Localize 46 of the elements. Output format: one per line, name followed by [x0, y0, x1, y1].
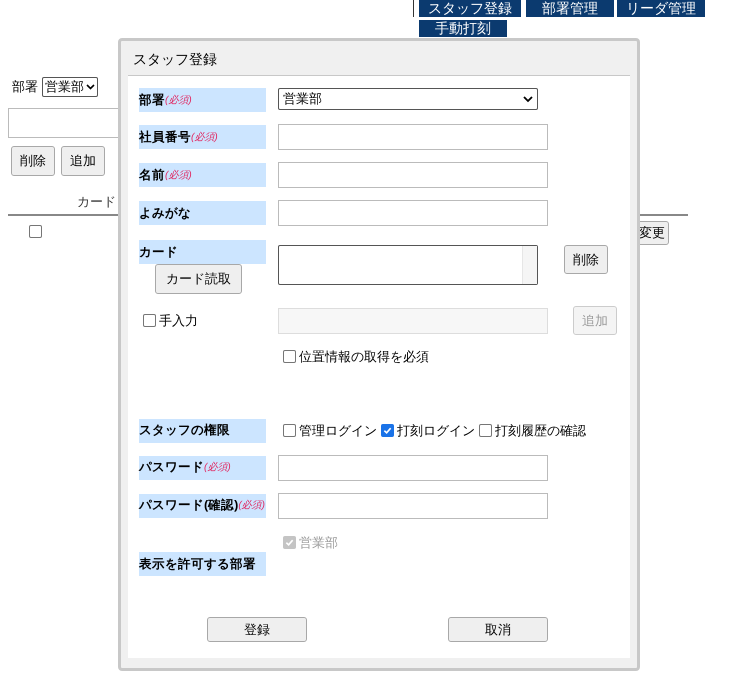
- button[interactable]: 削除: [11, 146, 55, 176]
- filter-label: 部署: [12, 78, 38, 96]
- dialog-button[interactable]: 登録: [207, 617, 307, 642]
- delete-button[interactable]: 削除: [564, 245, 608, 274]
- field-label: 表示を許可する部署: [139, 552, 266, 576]
- dialog-title: スタッフ登録: [132, 50, 218, 69]
- nav-tab[interactable]: 手動打刻: [419, 20, 507, 37]
- text-field[interactable]: [278, 454, 548, 480]
- field-label: 名前(必須): [139, 163, 266, 187]
- text-field[interactable]: [278, 124, 548, 150]
- change-button[interactable]: 変更: [637, 221, 669, 245]
- field-label: 部署(必須): [139, 88, 266, 112]
- checkbox[interactable]: [381, 424, 394, 437]
- scrollbar-track: [522, 246, 537, 284]
- checkbox-label: 管理ログイン: [299, 422, 377, 440]
- checkbox[interactable]: [29, 225, 42, 238]
- nav-tab[interactable]: リーダ管理: [617, 0, 705, 17]
- checkbox-label: 営業部: [299, 534, 338, 552]
- field-label: カード: [139, 240, 266, 264]
- checkbox-label: 位置情報の取得を必須: [299, 348, 429, 366]
- chevron-icon: [523, 96, 533, 102]
- nav-tab[interactable]: 部署管理: [526, 0, 614, 17]
- dialog-button[interactable]: 取消: [448, 617, 548, 642]
- text-field[interactable]: [278, 492, 548, 518]
- field-label: パスワード(必須): [139, 456, 266, 480]
- field-label: パスワード(確認)(必須): [139, 494, 266, 518]
- department-select[interactable]: 営業部: [42, 77, 98, 97]
- department-select[interactable]: 営業部: [278, 88, 538, 110]
- card-list-field[interactable]: [278, 245, 538, 285]
- card-read-button[interactable]: カード読取: [155, 264, 242, 294]
- button[interactable]: 追加: [61, 146, 105, 176]
- field-label: よみがな: [139, 201, 266, 225]
- text-field[interactable]: [278, 162, 548, 188]
- field-label: スタッフの権限: [139, 418, 266, 442]
- field-label: 社員番号(必須): [139, 125, 266, 149]
- column-header: カード: [77, 193, 116, 211]
- chevron-icon: [86, 84, 95, 90]
- nav-tab[interactable]: スタッフ登録: [419, 0, 521, 17]
- checkbox[interactable]: [283, 350, 296, 364]
- checkbox[interactable]: [143, 314, 156, 327]
- checkbox[interactable]: [283, 424, 296, 437]
- checkbox-label: 打刻履歴の確認: [495, 422, 586, 440]
- checkbox-label: 打刻ログイン: [397, 422, 475, 440]
- checkbox[interactable]: [479, 424, 492, 437]
- checkbox-label: 手入力: [159, 312, 198, 330]
- text-field[interactable]: [278, 200, 548, 226]
